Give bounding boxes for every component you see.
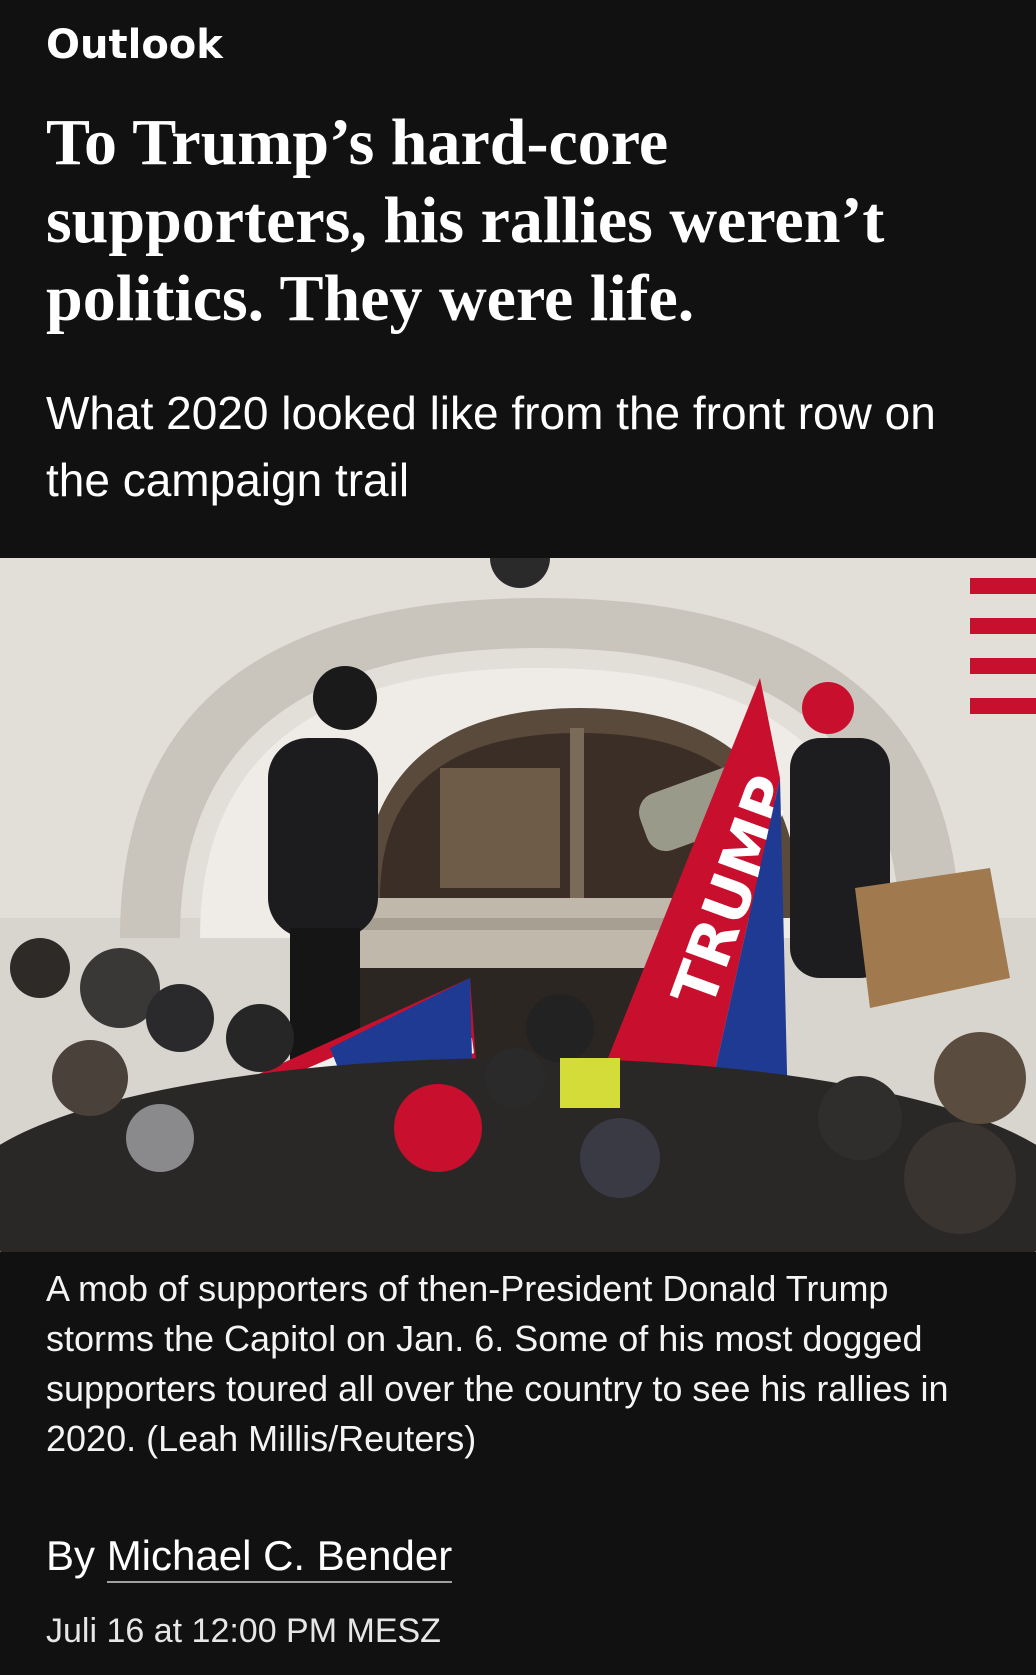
photo-caption: A mob of supporters of then-President Do… [46, 1268, 949, 1459]
article-dek: What 2020 looked like from the front row… [46, 387, 936, 506]
section-label[interactable]: Outlook [46, 22, 223, 68]
byline: By Michael C. Bender [46, 1528, 453, 1584]
publish-timestamp: Juli 16 at 12:00 PM MESZ [46, 1612, 441, 1650]
article-headline: To Trump’s hard-core supporters, his ral… [46, 106, 885, 335]
capitol-crowd-photo: TRUMP [0, 558, 1036, 1252]
lead-photo[interactable]: TRUMP [0, 558, 1036, 1252]
author-link[interactable]: Michael C. Bender [106, 1532, 453, 1583]
byline-prefix: By [46, 1532, 96, 1579]
